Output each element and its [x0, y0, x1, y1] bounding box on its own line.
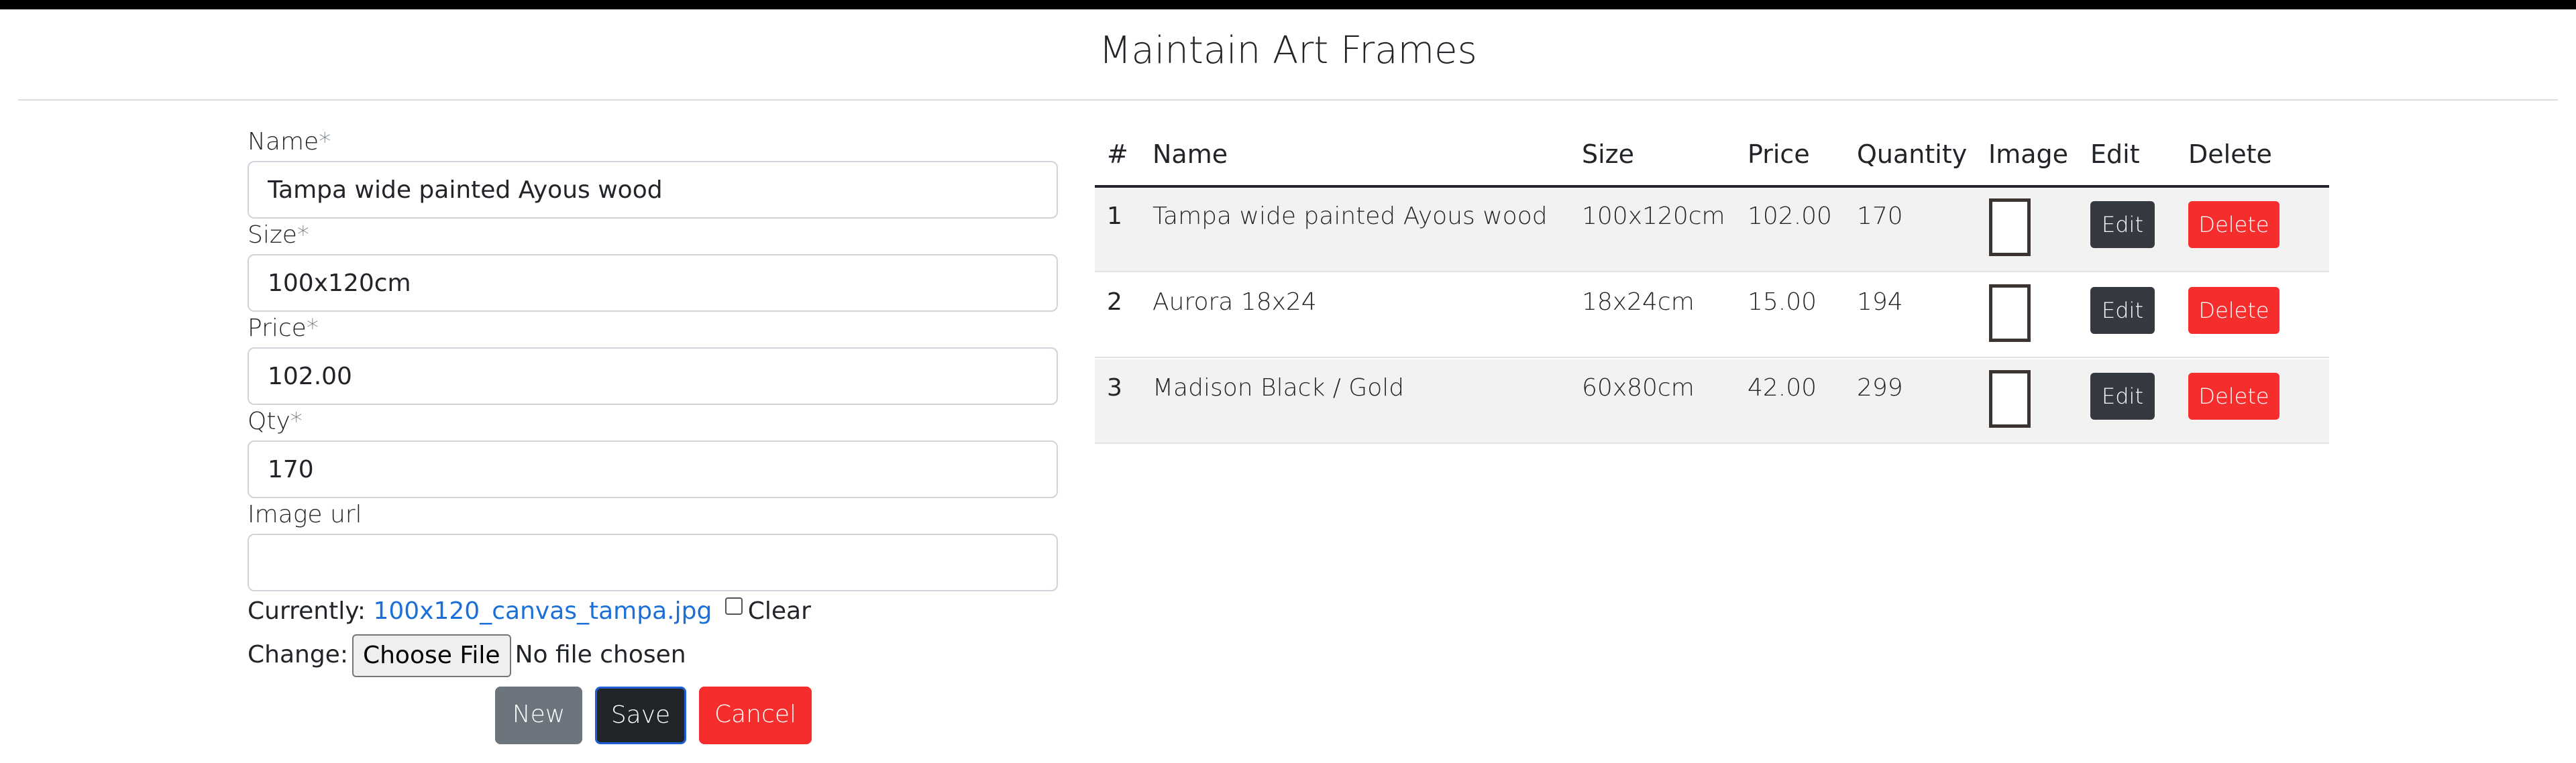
size-input[interactable]	[248, 254, 1058, 312]
header-edit: Edit	[2090, 139, 2140, 169]
title-divider	[18, 99, 2558, 101]
page-title: Maintain Art Frames	[1099, 29, 1477, 72]
price-label: Price*	[248, 314, 319, 343]
new-button[interactable]: New	[495, 687, 582, 744]
cancel-button[interactable]: Cancel	[699, 687, 812, 744]
header-size: Size	[1582, 139, 1635, 169]
clear-checkbox[interactable]	[724, 597, 743, 615]
edit-button[interactable]: Edit	[2090, 373, 2155, 420]
qty-label-text: Qty	[248, 408, 290, 435]
frame-thumbnail-image	[1989, 198, 2031, 256]
row-price: 102.00	[1748, 202, 1832, 230]
row-quantity: 170	[1857, 202, 1903, 230]
header-delete: Delete	[2188, 139, 2272, 169]
row-quantity: 194	[1857, 288, 1903, 316]
table-row: 2 Aurora 18x24 18x24cm 15.00 194 Edit De…	[1095, 274, 2329, 358]
qty-input[interactable]	[248, 441, 1058, 498]
currently-label: Currently:	[248, 597, 366, 625]
row-size: 18x24cm	[1582, 288, 1695, 316]
no-file-chosen-text: No file chosen	[515, 641, 686, 668]
choose-file-button[interactable]: Choose File	[352, 634, 511, 677]
row-quantity: 299	[1857, 374, 1903, 402]
row-number: 1	[1107, 202, 1122, 230]
header-quantity: Quantity	[1857, 139, 1968, 169]
price-label-text: Price	[248, 314, 307, 342]
change-label: Change:	[248, 641, 348, 668]
current-file-row: Currently: 100x120_canvas_tampa.jpg Clea…	[248, 595, 811, 628]
size-label: Size*	[248, 221, 309, 250]
header-number: #	[1107, 139, 1128, 169]
frame-thumbnail-image	[1989, 370, 2031, 428]
row-price: 15.00	[1748, 288, 1817, 316]
save-button[interactable]: Save	[595, 687, 686, 744]
row-name: Madison Black / Gold	[1152, 374, 1405, 402]
required-mark: *	[319, 128, 331, 156]
header-price: Price	[1748, 139, 1810, 169]
edit-button[interactable]: Edit	[2090, 287, 2155, 334]
frame-thumbnail-image	[1989, 284, 2031, 342]
edit-button[interactable]: Edit	[2090, 201, 2155, 248]
top-bar	[0, 0, 2576, 9]
name-label: Name*	[248, 127, 331, 157]
row-size: 100x120cm	[1582, 202, 1725, 230]
price-input[interactable]	[248, 347, 1058, 405]
current-file-link[interactable]: 100x120_canvas_tampa.jpg	[373, 597, 712, 625]
change-file-row: Change: Choose File No file chosen	[248, 634, 686, 677]
required-mark: *	[297, 221, 309, 249]
row-size: 60x80cm	[1582, 374, 1695, 402]
delete-button[interactable]: Delete	[2188, 287, 2279, 334]
header-image: Image	[1988, 139, 2069, 169]
table-row: 1 Tampa wide painted Ayous wood 100x120c…	[1095, 188, 2329, 272]
size-label-text: Size	[248, 221, 297, 249]
qty-label: Qty*	[248, 407, 303, 436]
row-price: 42.00	[1748, 374, 1817, 402]
row-number: 2	[1107, 288, 1122, 316]
row-number: 3	[1107, 374, 1122, 402]
clear-label: Clear	[747, 597, 811, 625]
delete-button[interactable]: Delete	[2188, 373, 2279, 420]
image-url-input[interactable]	[248, 534, 1058, 591]
name-input[interactable]	[248, 161, 1058, 219]
name-label-text: Name	[248, 128, 319, 156]
required-mark: *	[306, 314, 319, 342]
image-url-label: Image url	[248, 501, 362, 528]
delete-button[interactable]: Delete	[2188, 201, 2279, 248]
header-name: Name	[1152, 139, 1228, 169]
row-name: Tampa wide painted Ayous wood	[1152, 202, 1548, 230]
required-mark: *	[290, 408, 303, 435]
table-row: 3 Madison Black / Gold 60x80cm 42.00 299…	[1095, 359, 2329, 444]
row-name: Aurora 18x24	[1152, 288, 1317, 316]
